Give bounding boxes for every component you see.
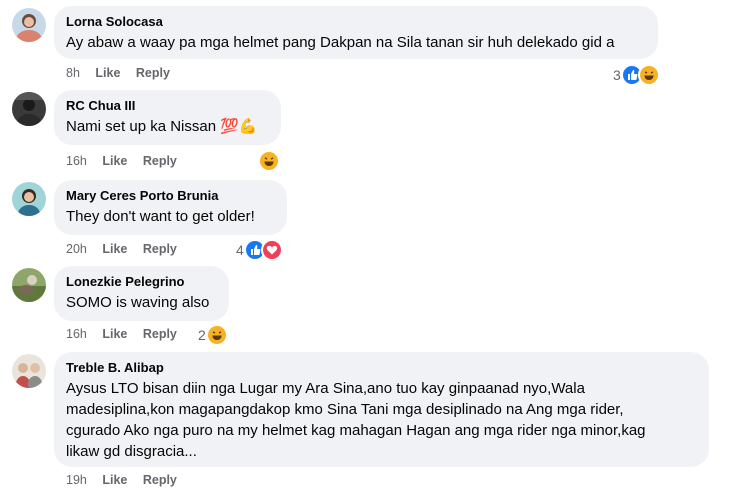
comment-actions: 8h Like Reply xyxy=(66,66,182,80)
comment-author[interactable]: RC Chua III xyxy=(66,98,269,114)
reaction-count: 3 xyxy=(613,67,621,83)
comment-author[interactable]: Lonezkie Pelegrino xyxy=(66,274,217,290)
comment-text-line: likaw gd disgracia... xyxy=(66,443,197,460)
avatar[interactable] xyxy=(12,8,46,42)
comment-bubble: Lorna Solocasa Ay abaw a waay pa mga hel… xyxy=(54,6,658,59)
comment-text-line: Aysus LTO bisan diin nga Lugar my Ara Si… xyxy=(66,380,585,397)
comment-actions: 16h Like Reply xyxy=(66,327,189,341)
comment-text: Aysus LTO bisan diin nga Lugar my Ara Si… xyxy=(66,378,697,462)
reply-button[interactable]: Reply xyxy=(143,327,177,341)
reply-button[interactable]: Reply xyxy=(143,473,177,487)
reaction-summary[interactable]: 4 xyxy=(236,239,283,261)
comment-timestamp[interactable]: 20h xyxy=(66,242,87,256)
comment-author[interactable]: Lorna Solocasa xyxy=(66,14,646,30)
comment-bubble: Lonezkie Pelegrino SOMO is waving also xyxy=(54,266,229,321)
reply-button[interactable]: Reply xyxy=(143,242,177,256)
comment-text: They don't want to get older! xyxy=(66,208,255,225)
comment-timestamp[interactable]: 19h xyxy=(66,473,87,487)
comment-bubble: Treble B. Alibap Aysus LTO bisan diin ng… xyxy=(54,352,709,467)
comment-timestamp[interactable]: 16h xyxy=(66,154,87,168)
haha-icon xyxy=(637,64,660,86)
comment-author[interactable]: Treble B. Alibap xyxy=(66,360,697,376)
comment-timestamp[interactable]: 8h xyxy=(66,66,80,80)
reaction-summary[interactable]: 3 xyxy=(613,64,660,86)
comment-text: SOMO is waving also xyxy=(66,294,210,311)
reaction-count: 4 xyxy=(236,242,244,258)
comment-text-line: cgurado Ako nga puro na my helmet kag ma… xyxy=(66,422,646,439)
comment-bubble: Mary Ceres Porto Brunia They don't want … xyxy=(54,180,287,235)
avatar[interactable] xyxy=(12,182,46,216)
comment-timestamp[interactable]: 16h xyxy=(66,327,87,341)
comment-actions: 20h Like Reply xyxy=(66,242,189,256)
love-icon xyxy=(260,239,283,261)
like-button[interactable]: Like xyxy=(95,66,120,80)
like-button[interactable]: Like xyxy=(102,327,127,341)
avatar[interactable] xyxy=(12,268,46,302)
avatar[interactable] xyxy=(12,92,46,126)
comment-actions: 16h Like Reply xyxy=(66,154,189,168)
comment-bubble: RC Chua III Nami set up ka Nissan 💯💪 xyxy=(54,90,281,145)
like-button[interactable]: Like xyxy=(102,242,127,256)
like-button[interactable]: Like xyxy=(102,154,127,168)
comment-text: Nami set up ka Nissan 💯💪 xyxy=(66,118,258,135)
comment-text-line: madesiplina,kon magapangdakop kmo Sina T… xyxy=(66,401,624,418)
reply-button[interactable]: Reply xyxy=(136,66,170,80)
avatar[interactable] xyxy=(12,354,46,388)
haha-icon xyxy=(258,150,280,172)
reply-button[interactable]: Reply xyxy=(143,154,177,168)
reaction-summary[interactable]: 2 xyxy=(198,324,228,346)
like-button[interactable]: Like xyxy=(102,473,127,487)
comment-author[interactable]: Mary Ceres Porto Brunia xyxy=(66,188,275,204)
comment-actions: 19h Like Reply xyxy=(66,473,189,487)
reaction-summary[interactable] xyxy=(258,150,280,172)
haha-icon xyxy=(205,324,228,346)
reaction-count: 2 xyxy=(198,327,206,343)
comment-text: Ay abaw a waay pa mga helmet pang Dakpan… xyxy=(66,34,615,51)
